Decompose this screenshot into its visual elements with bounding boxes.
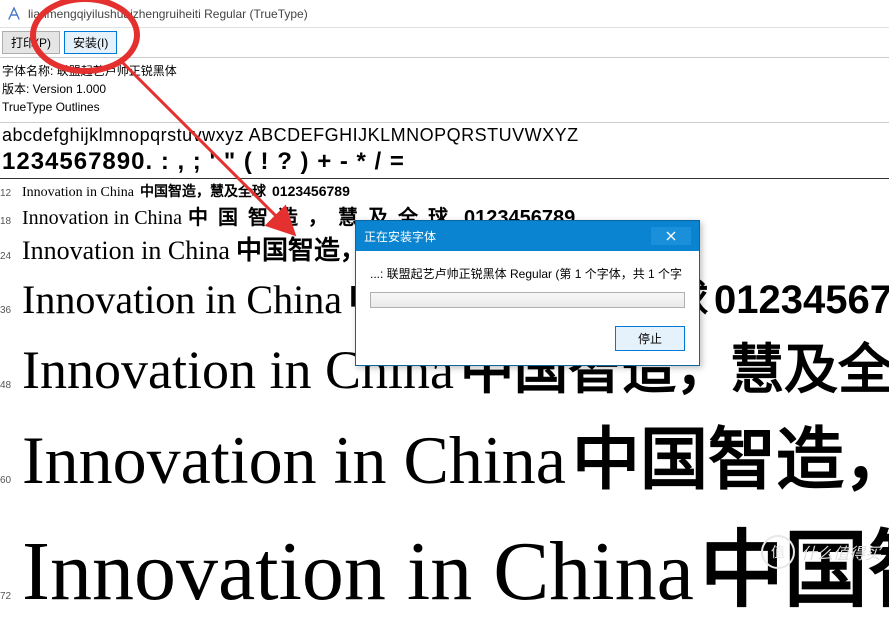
sample-size-label: 48 bbox=[0, 380, 16, 391]
font-version: 版本: Version 1.000 bbox=[2, 80, 885, 98]
toolbar: 打印(P) 安装(I) bbox=[0, 28, 889, 58]
install-progress-dialog: 正在安装字体 ...: 联盟起艺卢帅正锐黑体 Regular (第 1 个字体，… bbox=[355, 220, 700, 366]
sample-en: Innovation in China bbox=[22, 421, 566, 500]
sample-size-label: 60 bbox=[0, 475, 16, 486]
font-outlines: TrueType Outlines bbox=[2, 98, 885, 116]
dialog-close-button[interactable] bbox=[651, 227, 691, 245]
sample-cn: 中国智造，慧及全球 bbox=[572, 404, 889, 503]
progress-bar bbox=[370, 292, 685, 308]
dialog-body: ...: 联盟起艺卢帅正锐黑体 Regular (第 1 个字体，共 1 个字 bbox=[356, 251, 699, 316]
window-titlebar: lianmengqiyilushuaizhengruiheiti Regular… bbox=[0, 0, 889, 28]
sample-size-label: 72 bbox=[0, 591, 16, 602]
font-name-value: 联盟起艺卢帅正锐黑体 bbox=[57, 64, 177, 78]
sample-cn: 中国智造，慧及全球 bbox=[700, 503, 889, 624]
sample-en: Innovation in China bbox=[22, 236, 230, 266]
glyph-alpha-row: abcdefghijklmnopqrstuvwxyz ABCDEFGHIJKLM… bbox=[0, 123, 889, 146]
sample-cn: 中国智造，慧及全球 bbox=[140, 181, 266, 201]
stop-button[interactable]: 停止 bbox=[615, 326, 685, 351]
sample-size-label: 36 bbox=[0, 305, 16, 316]
sample-size-label: 24 bbox=[0, 251, 16, 262]
sample-digits: 0123456789 bbox=[272, 183, 350, 199]
glyph-nums-row: 1234567890. : , ; ' " ( ! ? ) + - * / = bbox=[0, 146, 889, 179]
sample-en: Innovation in China bbox=[22, 523, 694, 620]
sample-row: 72 Innovation in China 中国智造，慧及全球 bbox=[0, 503, 889, 624]
dialog-title-text: 正在安装字体 bbox=[364, 228, 436, 245]
close-icon bbox=[666, 231, 676, 241]
sample-size-label: 12 bbox=[0, 188, 16, 199]
dialog-status-text: ...: 联盟起艺卢帅正锐黑体 Regular (第 1 个字体，共 1 个字 bbox=[370, 265, 685, 282]
window-title: lianmengqiyilushuaizhengruiheiti Regular… bbox=[28, 7, 308, 21]
sample-size-label: 18 bbox=[0, 216, 16, 227]
sample-digits: 0123456789 bbox=[714, 278, 889, 323]
install-button[interactable]: 安装(I) bbox=[64, 31, 117, 54]
sample-row: 60 Innovation in China 中国智造，慧及全球 bbox=[0, 404, 889, 503]
sample-en: Innovation in China bbox=[22, 207, 182, 230]
sample-en: Innovation in China bbox=[22, 276, 342, 323]
dialog-footer: 停止 bbox=[356, 316, 699, 365]
sample-row: 12 Innovation in China 中国智造，慧及全球 0123456… bbox=[0, 181, 889, 201]
font-name-label: 字体名称: bbox=[2, 64, 53, 78]
dialog-titlebar[interactable]: 正在安装字体 bbox=[356, 221, 699, 251]
print-button[interactable]: 打印(P) bbox=[2, 31, 60, 54]
font-app-icon bbox=[6, 6, 22, 22]
font-meta: 字体名称: 联盟起艺卢帅正锐黑体 版本: Version 1.000 TrueT… bbox=[0, 58, 889, 123]
sample-en: Innovation in China bbox=[22, 185, 134, 201]
